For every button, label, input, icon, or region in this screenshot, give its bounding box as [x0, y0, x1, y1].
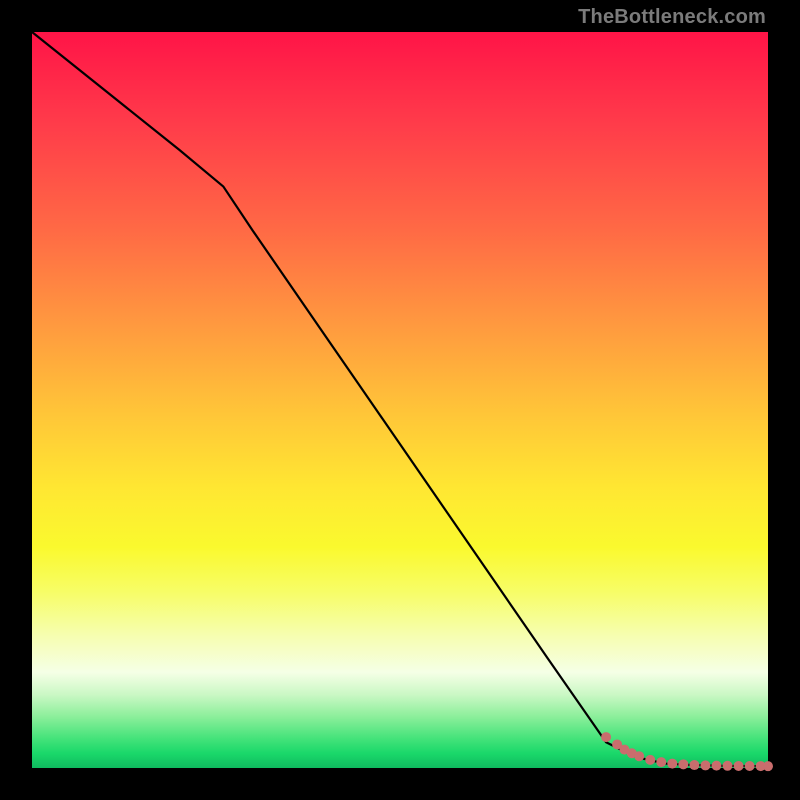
data-point	[700, 760, 710, 770]
data-point	[645, 755, 655, 765]
data-point	[601, 732, 611, 742]
data-point	[678, 759, 688, 769]
chart-overlay	[32, 32, 768, 768]
bottleneck-curve	[32, 32, 768, 766]
data-point	[667, 759, 677, 769]
data-point	[689, 760, 699, 770]
chart-frame: TheBottleneck.com	[0, 0, 800, 800]
data-point	[634, 751, 644, 761]
data-point	[745, 761, 755, 771]
data-point	[711, 761, 721, 771]
data-point	[656, 757, 666, 767]
scatter-points	[601, 732, 773, 771]
data-point	[763, 761, 773, 771]
data-point	[723, 761, 733, 771]
watermark-text: TheBottleneck.com	[578, 6, 766, 29]
data-point	[734, 761, 744, 771]
